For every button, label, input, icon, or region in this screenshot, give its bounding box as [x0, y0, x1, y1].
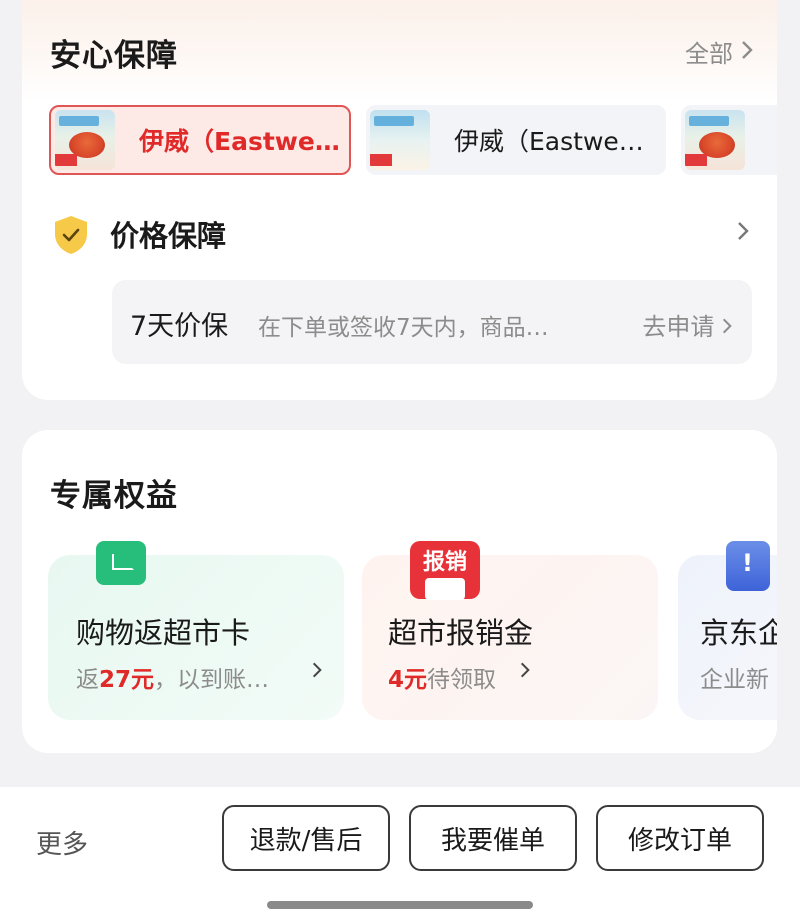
benefit-subtitle-prefix: 返 — [76, 667, 99, 693]
benefit-title: 购物返超市卡 — [76, 616, 251, 650]
home-indicator — [267, 901, 533, 909]
baoxiao-icon-text: 报销 — [422, 550, 467, 575]
baoxiao-icon: 报销 — [410, 541, 480, 600]
product-chip[interactable]: 伊威（Eastwe… — [366, 105, 666, 175]
benefits-card: 专属权益 购物返超市卡 返27元，以到账… 报销 超市报销金 4元待领取 京东企… — [22, 430, 777, 753]
urge-order-button[interactable]: 我要催单 — [409, 805, 577, 871]
chevron-right-icon — [741, 38, 753, 66]
benefit-subtitle-suffix: 待领取 — [427, 667, 497, 693]
view-all-link[interactable]: 全部 — [685, 34, 753, 69]
bottom-action-bar: 更多 退款/售后 我要催单 修改订单 — [0, 787, 800, 924]
more-button[interactable]: 更多 — [36, 824, 88, 861]
benefit-subtitle: 企业新 — [700, 667, 769, 693]
view-all-label: 全部 — [685, 40, 733, 68]
shield-check-icon — [52, 214, 90, 256]
refund-aftersale-button[interactable]: 退款/售后 — [222, 805, 390, 871]
supermarket-card-icon — [96, 541, 146, 585]
product-thumbnail — [370, 110, 430, 170]
price-protection-description: 在下单或签收7天内，商品… — [258, 315, 549, 341]
product-name: 伊威（Eastwe… — [454, 127, 644, 156]
price-protection-label: 7天价保 — [130, 311, 229, 342]
apply-link[interactable]: 去申请 — [642, 307, 732, 342]
benefit-amount: 4元 — [388, 667, 428, 693]
chevron-right-icon — [520, 660, 530, 685]
benefit-subtitle: 4元待领取 — [388, 660, 496, 694]
apply-label: 去申请 — [642, 313, 715, 341]
product-thumbnail — [55, 110, 115, 170]
product-chip-selected[interactable]: 伊威（Eastwe… — [49, 105, 351, 175]
guarantee-title: 安心保障 — [50, 38, 178, 74]
benefit-subtitle: 返27元，以到账… — [76, 660, 269, 694]
benefit-title: 京东企 — [700, 616, 777, 650]
product-thumbnail — [685, 110, 745, 170]
chevron-right-icon — [312, 660, 322, 685]
chevron-right-icon[interactable] — [737, 218, 749, 248]
product-name: 伊威（Eastwe… — [139, 127, 340, 156]
benefits-title: 专属权益 — [50, 478, 178, 514]
price-protection-title: 价格保障 — [110, 219, 227, 253]
guarantee-card: 安心保障 全部 伊威（Eastwe… 伊威（Eastwe… 价格保障 7天价保 … — [22, 0, 777, 400]
enterprise-phone-icon — [726, 541, 770, 591]
benefit-amount: 27元 — [99, 667, 155, 693]
benefit-title: 超市报销金 — [388, 616, 534, 650]
benefit-supermarket-card[interactable]: 购物返超市卡 返27元，以到账… — [48, 541, 344, 720]
product-chip[interactable] — [681, 105, 777, 175]
modify-order-button[interactable]: 修改订单 — [596, 805, 764, 871]
benefit-reimbursement[interactable]: 报销 超市报销金 4元待领取 — [362, 541, 658, 720]
price-protection-row[interactable]: 7天价保 在下单或签收7天内，商品… 去申请 — [112, 280, 752, 364]
benefit-subtitle-suffix: ，以到账… — [154, 667, 270, 693]
chevron-right-icon — [722, 313, 732, 341]
benefit-enterprise[interactable]: 京东企 企业新 — [678, 541, 777, 720]
